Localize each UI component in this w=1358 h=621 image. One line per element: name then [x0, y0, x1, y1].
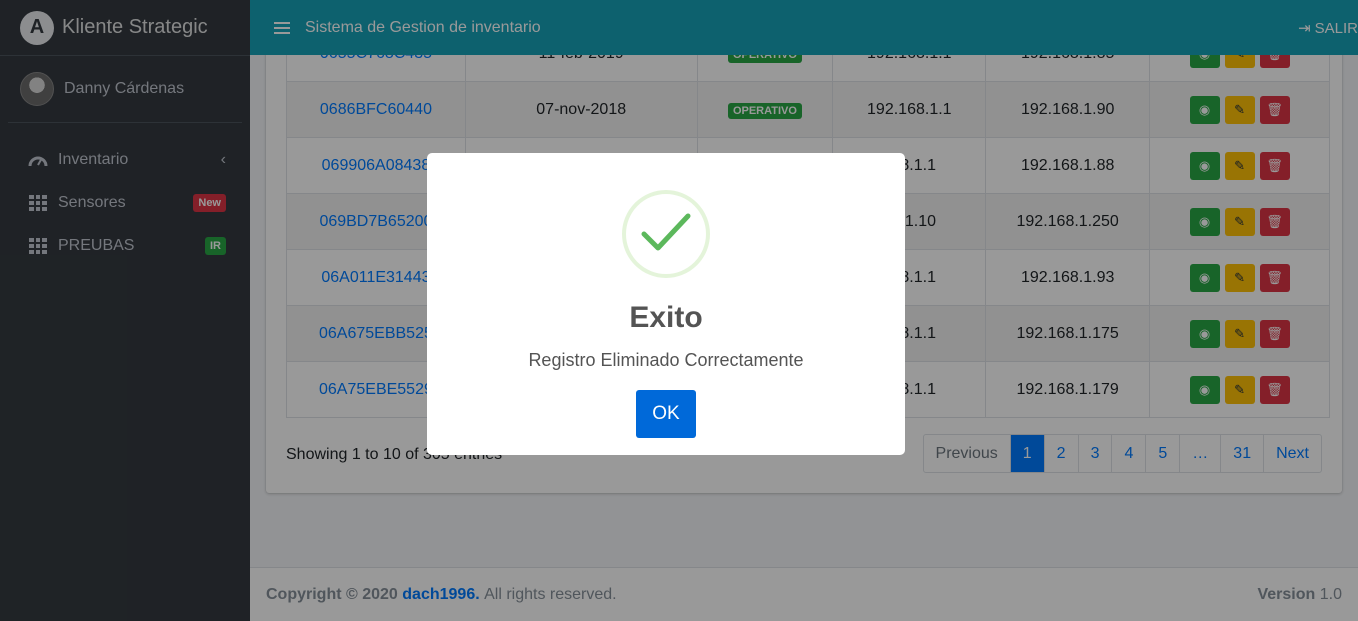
modal-message: Registro Eliminado Correctamente [528, 350, 804, 370]
modal-title: Exito [629, 301, 703, 334]
ok-button[interactable]: OK [636, 390, 696, 438]
success-icon [622, 190, 710, 278]
success-modal: Exito Registro Eliminado Correctamente O… [427, 153, 905, 455]
